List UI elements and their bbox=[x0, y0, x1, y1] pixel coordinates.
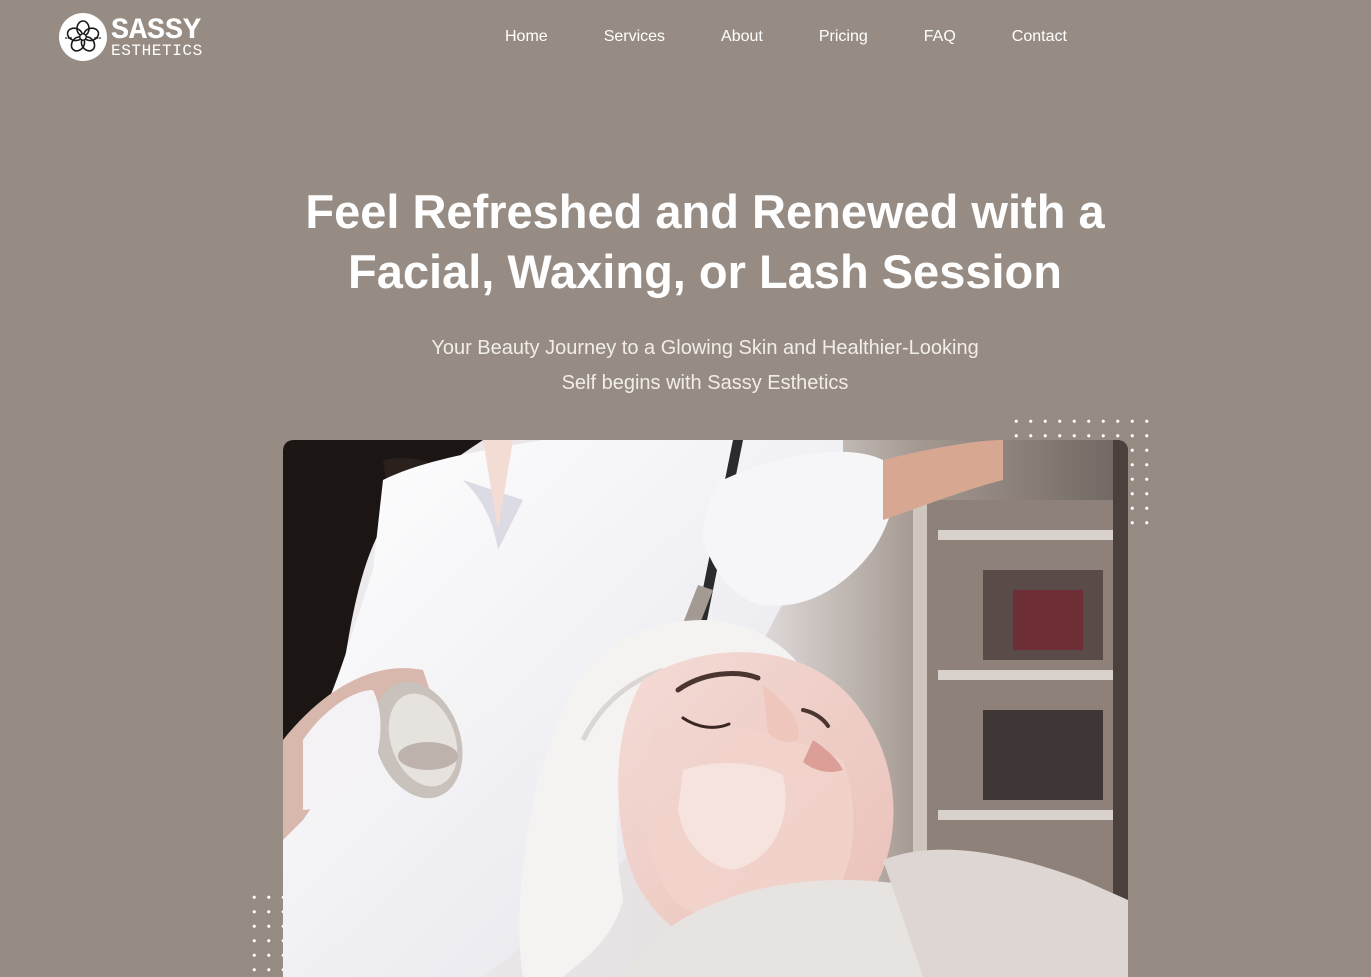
nav-link-pricing[interactable]: Pricing bbox=[819, 27, 868, 47]
main-nav: Home Services About Pricing FAQ Contact bbox=[505, 27, 1067, 47]
brand-name: SASSY bbox=[111, 13, 202, 48]
hero-title: Feel Refreshed and Renewed with a Facial… bbox=[235, 182, 1175, 302]
nav-link-about[interactable]: About bbox=[721, 27, 763, 47]
hero-title-line-1: Feel Refreshed and Renewed with a bbox=[305, 185, 1105, 238]
brand-tagline: ESTHETICS bbox=[111, 41, 203, 60]
hero-image-facial-treatment bbox=[283, 440, 1128, 977]
hero-subtitle-line-1: Your Beauty Journey to a Glowing Skin an… bbox=[431, 337, 979, 359]
nav-link-faq[interactable]: FAQ bbox=[924, 27, 956, 47]
flower-icon bbox=[59, 13, 107, 61]
nav-link-services[interactable]: Services bbox=[604, 27, 665, 47]
hero-title-line-2: Facial, Waxing, or Lash Session bbox=[348, 245, 1062, 298]
site-header: SASSY ESTHETICS Home Services About Pric… bbox=[0, 0, 1371, 80]
nav-link-contact[interactable]: Contact bbox=[1012, 27, 1067, 47]
brand-logo[interactable]: SASSY ESTHETICS bbox=[59, 13, 203, 61]
hero-subtitle-line-2: Self begins with Sassy Esthetics bbox=[561, 372, 849, 394]
hero-subtitle: Your Beauty Journey to a Glowing Skin an… bbox=[395, 331, 1015, 401]
decorative-dots-bottom-left bbox=[247, 890, 283, 977]
nav-link-home[interactable]: Home bbox=[505, 27, 548, 47]
brand-wordmark: SASSY ESTHETICS bbox=[111, 16, 203, 59]
